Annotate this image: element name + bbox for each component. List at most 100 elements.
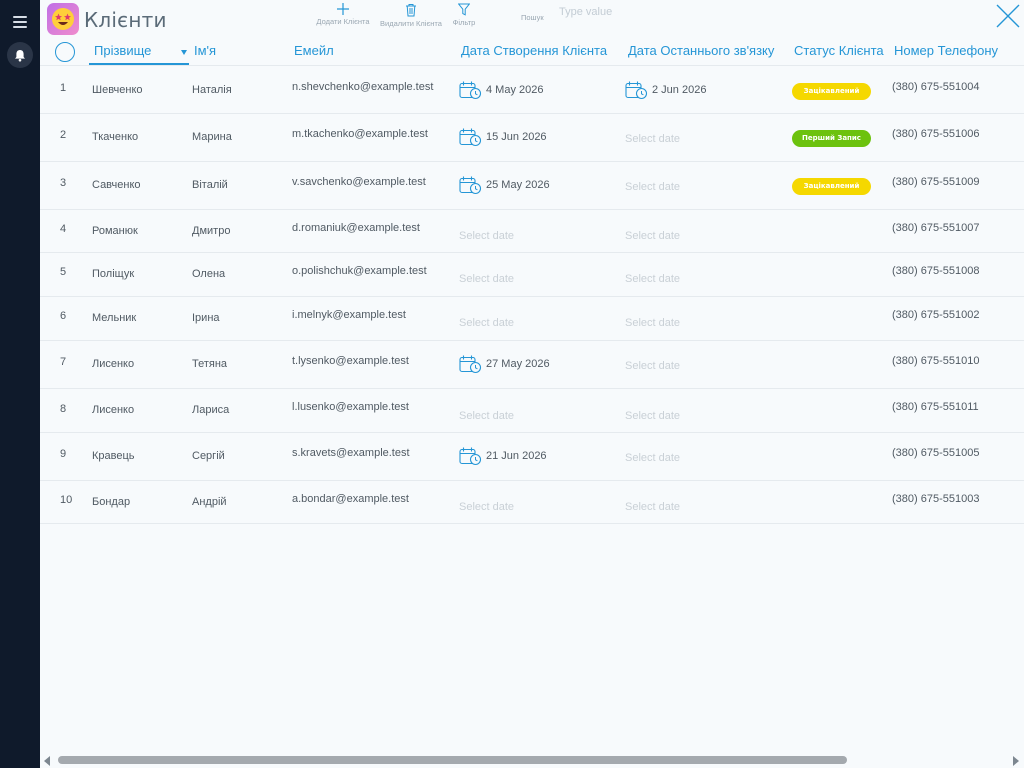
table-row[interactable]: 3 Савченко Віталій v.savchenko@example.test… — [40, 162, 1024, 210]
last-contact-date-cell[interactable]: Select date — [625, 317, 680, 329]
date-placeholder: Select date — [459, 317, 515, 329]
name-cell: Лариса — [192, 404, 230, 416]
column-header-surname[interactable]: Прізвище — [89, 43, 189, 65]
email-cell: i.melnyk@example.test — [292, 309, 406, 321]
table-row[interactable]: 4 Романюк Дмитро d.romaniuk@example.test Sel… — [40, 210, 1024, 253]
phone-cell: (380) 675-551010 — [892, 355, 980, 367]
calendar-clock-icon — [459, 354, 482, 374]
close-icon[interactable] — [994, 2, 1022, 30]
last-contact-date-cell[interactable]: Select date — [625, 181, 680, 193]
filter-icon — [458, 3, 470, 16]
last-contact-date-cell[interactable]: Select date — [625, 501, 680, 513]
phone-cell: (380) 675-551011 — [892, 401, 979, 413]
trash-icon — [406, 4, 416, 17]
add-client-button[interactable]: Додати Клієнта — [314, 3, 372, 26]
table-row[interactable]: 5 Поліщук Олена o.polishchuk@example.test Se… — [40, 253, 1024, 297]
last-contact-date-cell[interactable]: Select date — [625, 273, 680, 285]
created-date-cell[interactable]: 25 May 2026 — [459, 175, 550, 195]
search-input[interactable] — [559, 4, 679, 20]
date-value: 4 May 2026 — [486, 83, 544, 96]
created-date-cell[interactable]: 27 May 2026 — [459, 354, 550, 374]
row-index: 1 — [60, 82, 67, 94]
status-cell[interactable]: Зацікавлений — [792, 83, 871, 100]
last-contact-date-cell[interactable]: Select date — [625, 452, 680, 464]
created-date-cell[interactable]: Select date — [459, 501, 514, 513]
name-cell: Марина — [192, 131, 232, 143]
last-contact-date-cell[interactable]: Select date — [625, 133, 680, 145]
column-header-name[interactable]: Ім'я — [194, 43, 216, 58]
table-row[interactable]: 9 Кравець Сергій s.kravets@example.test 21 J… — [40, 433, 1024, 481]
name-cell: Наталія — [192, 84, 232, 96]
column-header-status[interactable]: Статус Клієнта — [794, 43, 884, 58]
select-all-checkbox[interactable] — [55, 42, 75, 62]
row-index: 3 — [60, 177, 67, 189]
table-row[interactable]: 6 Мельник Ірина i.melnyk@example.test Select… — [40, 297, 1024, 341]
column-header-last-contact[interactable]: Дата Останнього зв'язку — [628, 43, 774, 58]
date-placeholder: Select date — [625, 501, 681, 513]
email-cell: d.romaniuk@example.test — [292, 222, 420, 234]
table-row[interactable]: 2 Ткаченко Марина m.tkachenko@example.test 1… — [40, 114, 1024, 162]
phone-cell: (380) 675-551009 — [892, 176, 980, 188]
sort-desc-icon[interactable] — [181, 50, 187, 55]
row-index: 6 — [60, 310, 67, 322]
table-row[interactable]: 10 Бондар Андрій a.bondar@example.test Selec… — [40, 481, 1024, 524]
surname-cell: Лисенко — [92, 404, 135, 416]
surname-cell: Романюк — [92, 225, 138, 237]
surname-cell: Бондар — [92, 496, 131, 508]
last-contact-date-cell[interactable]: Select date — [625, 230, 680, 242]
status-badge: Зацікавлений — [792, 178, 871, 195]
date-placeholder: Select date — [459, 273, 515, 285]
delete-client-label: Видалити Клієнта — [380, 19, 442, 28]
created-date-cell[interactable]: Select date — [459, 273, 514, 285]
name-cell: Тетяна — [192, 358, 228, 370]
horizontal-scrollbar[interactable] — [40, 755, 1024, 767]
name-cell: Дмитро — [192, 225, 231, 237]
email-cell: v.savchenko@example.test — [292, 176, 426, 188]
date-value: 2 Jun 2026 — [652, 83, 707, 96]
phone-cell: (380) 675-551008 — [892, 265, 980, 277]
scrollbar-thumb[interactable] — [58, 756, 847, 764]
surname-cell: Лисенко — [92, 358, 135, 370]
calendar-clock-icon — [459, 446, 482, 466]
column-header-phone[interactable]: Номер Телефону — [894, 43, 998, 58]
created-date-cell[interactable]: Select date — [459, 230, 514, 242]
table-body: 1 Шевченко Наталія n.shevchenko@example.tes… — [40, 67, 1024, 524]
email-cell: o.polishchuk@example.test — [292, 265, 427, 277]
date-placeholder: Select date — [625, 273, 681, 285]
created-date-cell[interactable]: 4 May 2026 — [459, 80, 543, 100]
table-row[interactable]: 1 Шевченко Наталія n.shevchenko@example.tes… — [40, 67, 1024, 114]
plus-icon — [337, 3, 349, 15]
last-contact-date-cell[interactable]: Select date — [625, 360, 680, 372]
last-contact-date-cell[interactable]: Select date — [625, 410, 680, 422]
menu-icon[interactable] — [13, 16, 27, 28]
delete-client-button[interactable]: Видалити Клієнта — [378, 3, 444, 28]
row-index: 5 — [60, 266, 67, 278]
row-index: 9 — [60, 448, 67, 460]
scroll-right-arrow-icon[interactable] — [1013, 756, 1019, 766]
created-date-cell[interactable]: 21 Jun 2026 — [459, 446, 547, 466]
status-cell[interactable]: Перший Запис — [792, 130, 871, 147]
created-date-cell[interactable]: 15 Jun 2026 — [459, 127, 547, 147]
table-row[interactable]: 8 Лисенко Лариса l.lusenko@example.test Sele… — [40, 389, 1024, 433]
surname-cell: Шевченко — [92, 84, 143, 96]
date-placeholder: Select date — [459, 410, 515, 422]
star-struck-face-icon — [47, 3, 79, 35]
column-header-email[interactable]: Емейл — [294, 43, 334, 58]
created-date-cell[interactable]: Select date — [459, 317, 514, 329]
table-header: Прізвище Ім'я Емейл Дата Створення Клієн… — [40, 38, 1024, 66]
calendar-clock-icon — [459, 80, 482, 100]
date-placeholder: Select date — [459, 230, 515, 242]
email-cell: m.tkachenko@example.test — [292, 128, 428, 140]
date-value: 21 Jun 2026 — [486, 450, 547, 462]
filter-button[interactable]: Фільтр — [450, 3, 478, 27]
last-contact-date-cell[interactable]: 2 Jun 2026 — [625, 80, 706, 100]
column-header-created[interactable]: Дата Створення Клієнта — [461, 43, 607, 58]
surname-cell: Мельник — [92, 312, 137, 324]
created-date-cell[interactable]: Select date — [459, 410, 514, 422]
status-cell[interactable]: Зацікавлений — [792, 178, 871, 195]
notifications-bell-icon[interactable] — [7, 42, 33, 68]
table-row[interactable]: 7 Лисенко Тетяна t.lysenko@example.test 27 M… — [40, 341, 1024, 389]
scroll-left-arrow-icon[interactable] — [44, 756, 50, 766]
date-placeholder: Select date — [625, 410, 681, 422]
date-placeholder: Select date — [625, 133, 681, 145]
